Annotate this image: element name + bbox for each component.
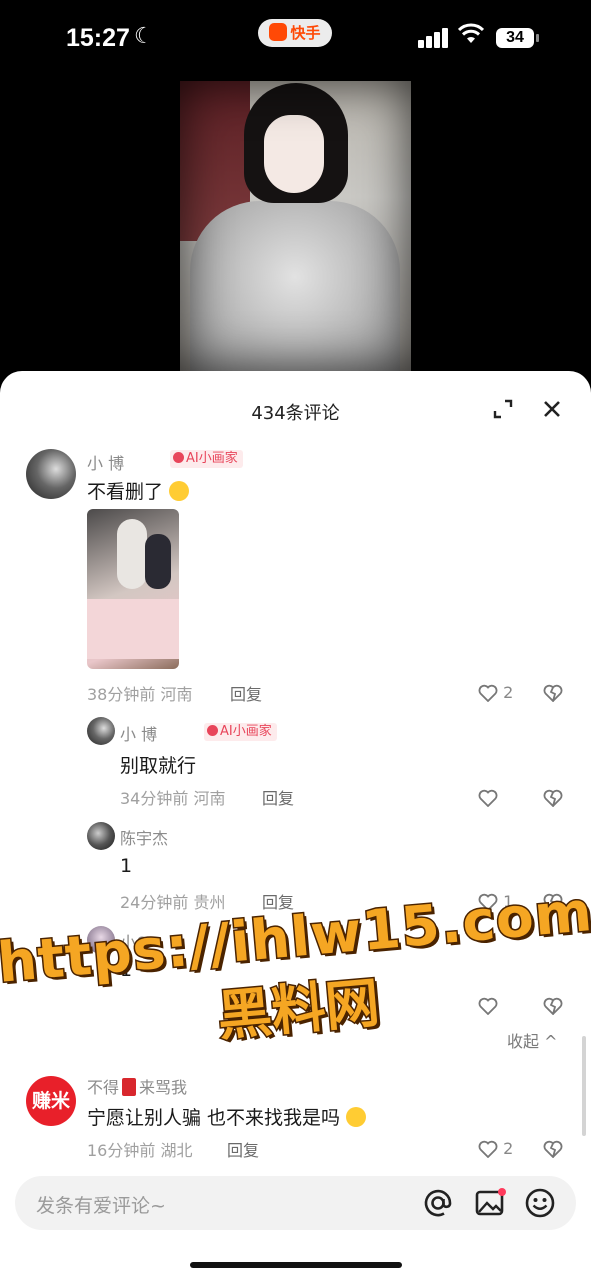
comment-author-suffix: 来骂我 <box>139 1078 188 1097</box>
cellular-signal-icon <box>418 28 452 48</box>
comment-text-content: 宁愿让别人骗 也不来找我是吗 <box>87 1107 341 1129</box>
avatar[interactable] <box>87 822 115 850</box>
reply-text: 1 <box>120 855 133 877</box>
comment-text: 宁愿让别人骗 也不来找我是吗 <box>87 1103 367 1130</box>
comment-text-content: 不看删了 <box>87 481 164 503</box>
like-count: 2 <box>503 1139 514 1158</box>
comment-text: 不看删了 <box>87 477 190 504</box>
heart-icon <box>478 1140 498 1159</box>
ai-badge: AI小画家 <box>170 450 243 468</box>
close-icon[interactable] <box>541 398 563 420</box>
like-count: 2 <box>503 683 514 702</box>
reply-text: 别取就行 <box>120 755 197 777</box>
emoji-picker-icon[interactable] <box>524 1187 556 1219</box>
red-envelope-icon <box>122 1078 137 1096</box>
broken-heart-icon <box>543 893 563 912</box>
dislike-button[interactable] <box>543 1139 563 1159</box>
status-time: 15:27 <box>66 24 130 52</box>
comment-image[interactable] <box>87 509 179 669</box>
heart-icon <box>478 789 498 808</box>
heart-icon <box>478 684 498 703</box>
reply-button[interactable]: 回复 <box>262 889 294 913</box>
reply-text: 1 <box>120 959 133 981</box>
kuaishou-logo-icon <box>269 23 288 41</box>
home-indicator[interactable] <box>190 1262 402 1268</box>
reply-button[interactable]: 回复 <box>230 681 262 705</box>
like-button[interactable] <box>478 788 498 808</box>
avatar[interactable] <box>26 449 76 499</box>
avatar[interactable] <box>87 717 115 745</box>
comment-input[interactable]: 发条有爱评论~ <box>36 1191 166 1218</box>
like-button[interactable]: 2 <box>478 1139 514 1159</box>
reply-author[interactable]: 陈宇杰 <box>120 825 168 849</box>
reply-author[interactable]: 小 博 <box>120 721 157 745</box>
ai-badge-label: AI小画家 <box>186 451 238 466</box>
broken-heart-icon <box>543 1140 563 1159</box>
comment-meta: 38分钟前 河南 <box>87 685 193 704</box>
reply-meta: 24分钟前 贵州 <box>120 893 226 912</box>
dislike-button[interactable] <box>543 996 563 1016</box>
badge-icon <box>207 725 218 736</box>
dislike-button[interactable] <box>543 788 563 808</box>
like-button[interactable] <box>478 996 498 1016</box>
ai-badge-label: AI小画家 <box>220 724 272 739</box>
scrollbar[interactable] <box>582 1036 586 1136</box>
reply-author[interactable]: 小6. <box>120 929 151 953</box>
app-return-pill[interactable]: 快手 <box>258 19 332 47</box>
grin-sweat-emoji-icon <box>169 481 190 501</box>
comments-sheet: 434条评论 小 博 AI小画家 不看删了 38分钟前 河南 回复 2 小 博 … <box>0 371 591 1280</box>
heart-icon <box>478 893 498 912</box>
reply-button[interactable]: 回复 <box>227 1137 259 1161</box>
video-frame[interactable] <box>180 81 411 371</box>
badge-icon <box>173 452 184 463</box>
like-button[interactable]: 2 <box>478 683 514 703</box>
collapse-replies-button[interactable]: 收起 ^ <box>507 1028 558 1052</box>
expand-icon[interactable] <box>492 398 514 420</box>
like-count: 1 <box>503 892 514 911</box>
avatar-text: 赚米 <box>31 1090 70 1112</box>
comment-author-name: 不得 <box>87 1078 120 1097</box>
battery-icon: 34 <box>496 28 539 48</box>
like-button[interactable]: 1 <box>478 892 514 912</box>
comment-meta: 16分钟前 湖北 <box>87 1141 193 1160</box>
comment-author[interactable]: 小 博 <box>87 450 124 474</box>
avatar[interactable] <box>87 926 115 954</box>
smile-emoji-icon <box>346 1107 367 1127</box>
dislike-button[interactable] <box>543 683 563 703</box>
reply-meta: 34分钟前 河南 <box>120 789 226 808</box>
wifi-icon <box>457 23 485 51</box>
broken-heart-icon <box>543 789 563 808</box>
broken-heart-icon <box>543 997 563 1016</box>
image-picker-icon[interactable] <box>474 1187 506 1219</box>
at-mention-icon[interactable] <box>422 1187 454 1219</box>
comment-input-bar[interactable]: 发条有爱评论~ <box>15 1176 576 1230</box>
ai-badge: AI小画家 <box>204 723 277 741</box>
app-return-label: 快手 <box>290 24 321 42</box>
avatar[interactable]: 赚米 <box>26 1076 76 1126</box>
comment-author[interactable]: 不得 来骂我 <box>87 1074 187 1098</box>
broken-heart-icon <box>543 684 563 703</box>
dislike-button[interactable] <box>543 892 563 912</box>
status-bar: 15:27 ☾ 快手 34 <box>0 0 591 80</box>
heart-icon <box>478 997 498 1016</box>
moon-icon: ☾ <box>134 24 154 49</box>
reply-button[interactable]: 回复 <box>262 785 294 809</box>
